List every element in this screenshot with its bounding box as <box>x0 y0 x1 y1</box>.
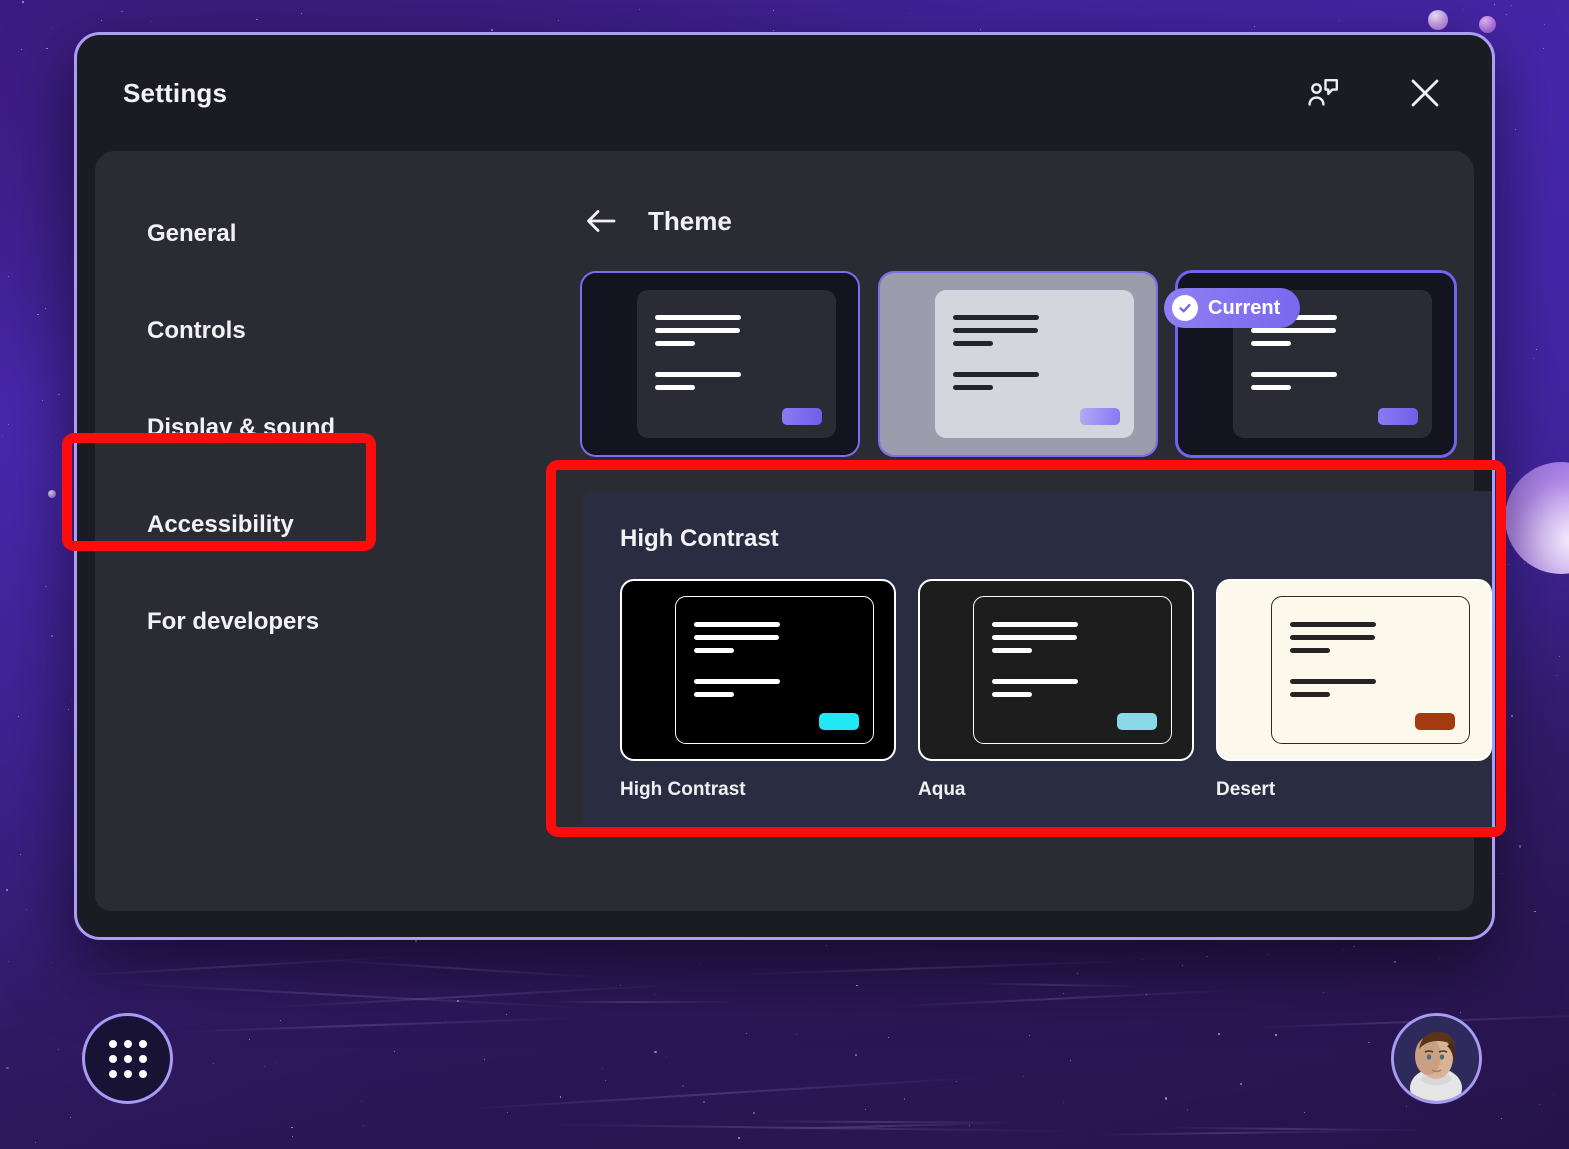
high-contrast-option-label: High Contrast <box>620 779 746 800</box>
high-contrast-section: High Contrast High Contrast Aqua Desert <box>582 491 1492 831</box>
theme-preview-outer <box>582 273 858 455</box>
sidebar-item-general[interactable]: General <box>95 203 582 265</box>
theme-preview-inner <box>935 290 1134 438</box>
preview-button <box>1378 408 1418 425</box>
theme-header: Theme <box>582 199 1492 243</box>
theme-preview-inner <box>1271 596 1470 744</box>
theme-card-dark[interactable] <box>582 273 858 455</box>
high-contrast-option-high-contrast[interactable]: High Contrast <box>620 579 896 801</box>
theme-options-row: Current <box>582 273 1492 455</box>
theme-preview-inner <box>637 290 836 438</box>
status-badge-label: Current <box>1208 296 1281 319</box>
avatar[interactable] <box>1391 1013 1482 1104</box>
check-circle-icon <box>1172 295 1198 321</box>
theme-preview-inner <box>973 596 1172 744</box>
sidebar-item-label: Controls <box>147 317 246 344</box>
preview-text-lines <box>992 622 1078 653</box>
preview-text-lines <box>694 679 780 697</box>
preview-text-lines <box>694 622 780 653</box>
sidebar-item-display-and-sound[interactable]: Display & sound <box>95 397 582 459</box>
preview-text-lines <box>655 372 741 390</box>
preview-text-lines <box>655 315 741 346</box>
decorative-bubble-icon <box>48 490 56 498</box>
preview-button <box>782 408 822 425</box>
theme-preview-inner <box>675 596 874 744</box>
feedback-icon[interactable] <box>1300 70 1346 116</box>
page-title: Settings <box>123 77 228 108</box>
back-arrow-icon[interactable] <box>582 202 620 240</box>
title-bar: Settings <box>77 35 1492 151</box>
preview-text-lines <box>953 372 1039 390</box>
preview-text-lines <box>953 315 1039 346</box>
theme-preview-outer <box>1216 579 1492 761</box>
decorative-bubble-icon <box>1428 10 1448 30</box>
sidebar-item-label: For developers <box>147 608 320 635</box>
high-contrast-option-desert[interactable]: Desert <box>1216 579 1492 801</box>
status-badge: Current <box>1164 288 1301 328</box>
preview-text-lines <box>1251 372 1337 390</box>
high-contrast-option-aqua[interactable]: Aqua <box>918 579 1194 801</box>
theme-preview-outer <box>918 579 1194 761</box>
preview-button <box>1415 713 1455 730</box>
sidebar-item-for-developers[interactable]: For developers <box>95 591 582 653</box>
settings-dialog: Settings General Controls Display & soun… <box>74 32 1495 940</box>
settings-sidebar: General Controls Display & sound Accessi… <box>95 151 582 911</box>
close-icon[interactable] <box>1402 70 1448 116</box>
sidebar-item-accessibility[interactable]: Accessibility <box>95 494 582 556</box>
high-contrast-option-label: Aqua <box>918 779 966 800</box>
theme-card-high-contrast[interactable] <box>620 579 896 761</box>
theme-content-pane: Theme Current High Contrast High Contras… <box>582 151 1492 911</box>
decorative-bubble-icon <box>1479 16 1496 33</box>
title-bar-actions <box>1300 70 1448 116</box>
high-contrast-options-row: High Contrast Aqua Desert <box>620 579 1492 801</box>
sidebar-item-controls[interactable]: Controls <box>95 300 582 362</box>
high-contrast-heading: High Contrast <box>620 525 779 552</box>
app-grid-dots <box>108 1039 147 1078</box>
theme-preview-outer <box>620 579 896 761</box>
sidebar-item-label: Accessibility <box>147 511 294 538</box>
preview-text-lines <box>1290 622 1376 653</box>
preview-button <box>819 713 859 730</box>
theme-card-aqua[interactable] <box>918 579 1194 761</box>
preview-button <box>1117 713 1157 730</box>
settings-body: General Controls Display & sound Accessi… <box>95 151 1492 911</box>
theme-preview-outer <box>880 273 1156 455</box>
sidebar-item-label: General <box>147 220 237 247</box>
theme-card-current[interactable]: Current <box>1164 273 1454 455</box>
preview-button <box>1080 408 1120 425</box>
section-title: Theme <box>648 205 732 236</box>
high-contrast-option-label: Desert <box>1216 779 1276 800</box>
app-grid-icon[interactable] <box>82 1013 173 1104</box>
preview-text-lines <box>1290 679 1376 697</box>
theme-card-desert[interactable] <box>1216 579 1492 761</box>
preview-text-lines <box>992 679 1078 697</box>
sidebar-item-label: Display & sound <box>147 414 336 441</box>
theme-card-light[interactable] <box>880 273 1156 455</box>
